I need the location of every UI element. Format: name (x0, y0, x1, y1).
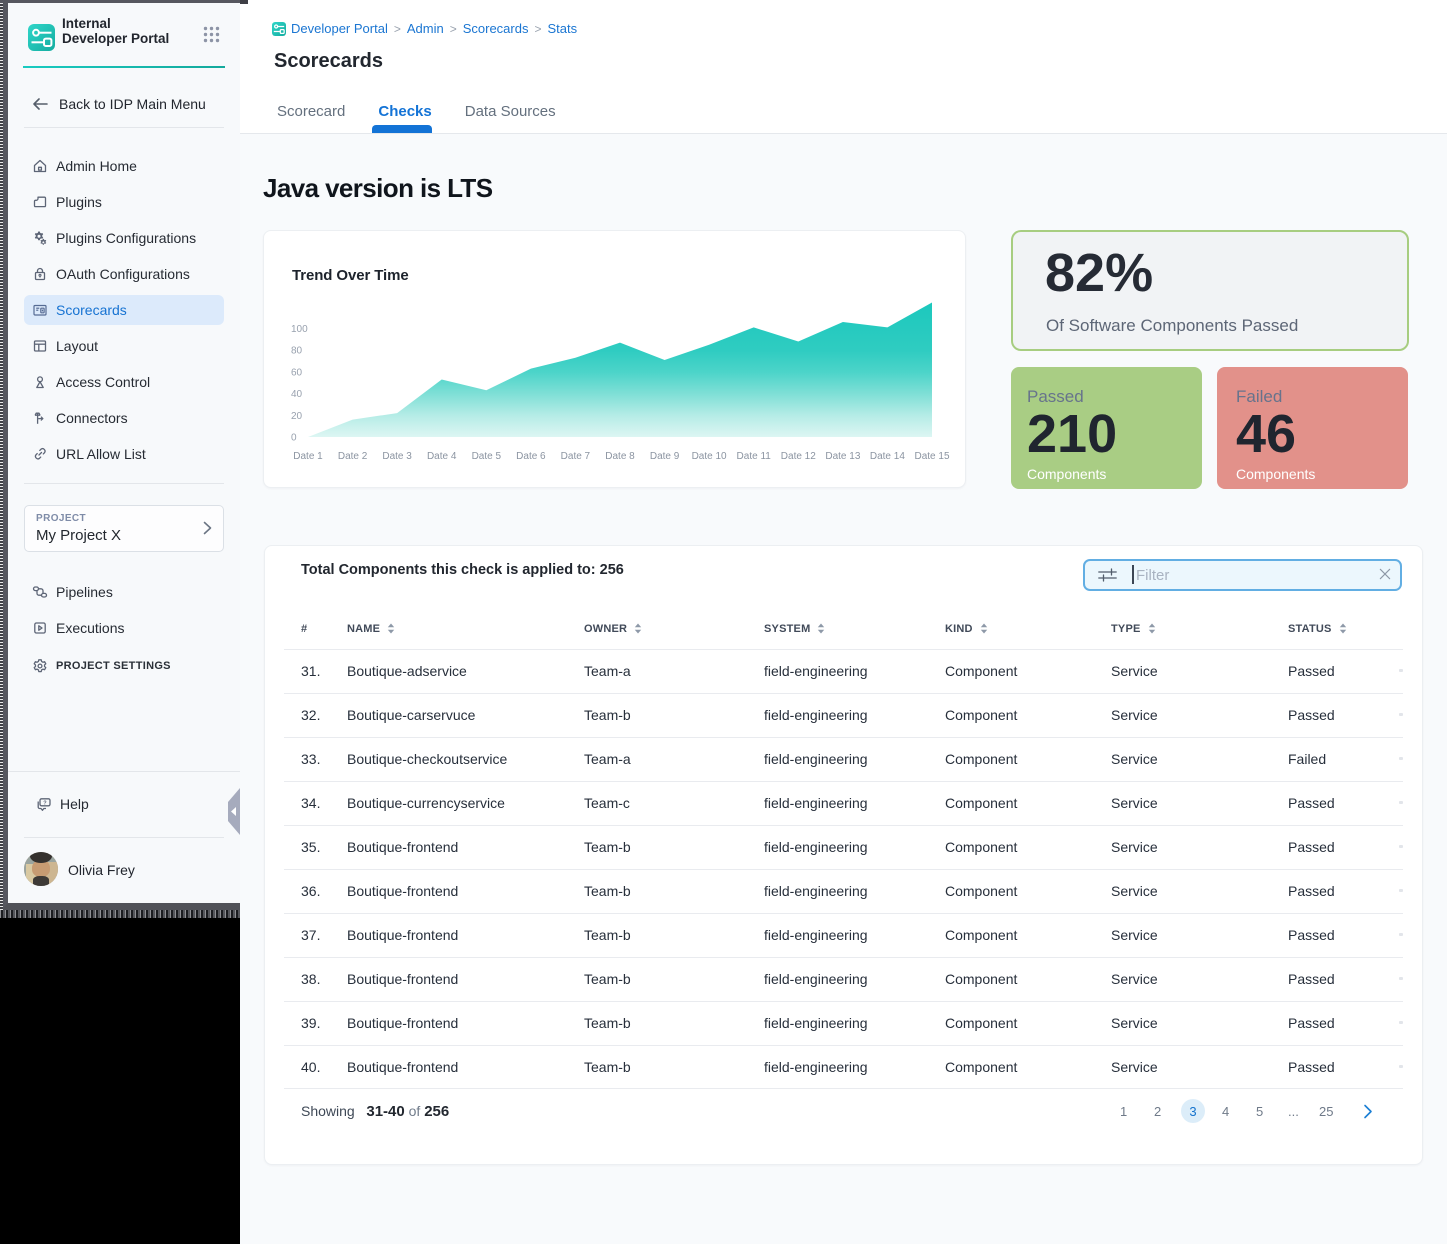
svg-text:Date 13: Date 13 (825, 451, 860, 462)
svg-text:0: 0 (291, 433, 297, 444)
svg-text:60: 60 (291, 367, 303, 378)
svg-text:Date 14: Date 14 (870, 451, 905, 462)
svg-text:Date 9: Date 9 (650, 451, 680, 462)
svg-text:Date 12: Date 12 (781, 451, 816, 462)
svg-text:Date 4: Date 4 (427, 451, 457, 462)
svg-text:Date 8: Date 8 (605, 451, 635, 462)
svg-text:40: 40 (291, 389, 303, 400)
svg-text:Date 7: Date 7 (561, 451, 591, 462)
svg-text:Date 3: Date 3 (382, 451, 412, 462)
svg-text:Date 10: Date 10 (692, 451, 727, 462)
svg-text:Date 11: Date 11 (737, 451, 772, 462)
svg-text:Date 6: Date 6 (516, 451, 546, 462)
svg-text:100: 100 (291, 324, 308, 335)
svg-text:Date 5: Date 5 (472, 451, 502, 462)
svg-text:80: 80 (291, 346, 303, 357)
svg-text:Date 2: Date 2 (338, 451, 368, 462)
svg-text:Date 1: Date 1 (293, 451, 323, 462)
svg-text:20: 20 (291, 411, 303, 422)
svg-text:Date 15: Date 15 (914, 451, 949, 462)
